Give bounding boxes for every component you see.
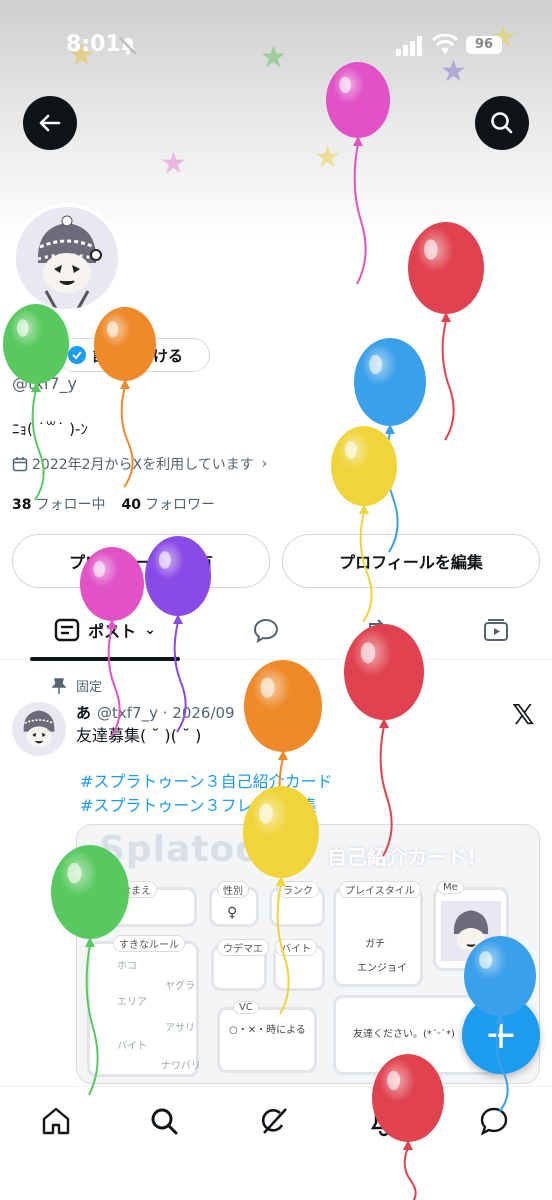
avatar-character-icon xyxy=(12,702,66,756)
card-rule-6: ナワバリ xyxy=(161,1061,201,1072)
card-title: Splatoon3 xyxy=(99,829,314,870)
card-label-rules: すきなルール xyxy=(113,935,185,952)
verified-badge-icon xyxy=(68,346,86,364)
pinned-label: 固定 xyxy=(76,680,103,695)
card-vc-options: ○・✕・時による xyxy=(229,1025,306,1036)
profile-avatar[interactable] xyxy=(12,203,122,313)
post-avatar[interactable] xyxy=(12,702,66,756)
card-rule-4: アサリ xyxy=(165,1023,195,1034)
follow-stats: 38 フォロー中 40 フォロワー xyxy=(12,494,215,514)
x-logo-icon: 𝕏 xyxy=(512,698,535,731)
post-display-name: あ xyxy=(76,704,92,722)
signal-icon xyxy=(396,36,422,56)
card-rule-2: ヤグラ xyxy=(165,981,195,992)
pin-icon xyxy=(52,677,66,694)
card-rule-3: エリア xyxy=(117,997,147,1008)
following-label: フォロー中 xyxy=(35,497,106,513)
verify-label: 認証を受ける xyxy=(93,346,184,365)
nav-messages[interactable] xyxy=(474,1101,514,1141)
avatar-character-icon xyxy=(16,207,118,309)
card-label-me: Me xyxy=(437,881,464,894)
bell-off-icon xyxy=(119,37,137,55)
post-text: 友達募集( ˘ )( ˘ ) xyxy=(76,726,202,745)
media-icon xyxy=(484,619,508,641)
star-decoration: ★ xyxy=(160,146,187,181)
balloon-decoration xyxy=(354,338,426,553)
tab-replies[interactable] xyxy=(240,600,292,660)
following-link[interactable]: 38 フォロー中 xyxy=(12,494,105,514)
chat-bubble-icon xyxy=(480,1107,508,1136)
card-label-playstyle: プレイスタイル xyxy=(339,881,421,898)
card-label-vc: VC xyxy=(233,1001,259,1014)
tab-media[interactable] xyxy=(470,600,522,660)
search-icon xyxy=(151,1108,178,1135)
joined-label: 2022年2月からXを利用しています xyxy=(32,457,254,473)
repost-icon xyxy=(369,619,387,641)
plus-icon: + xyxy=(484,1012,518,1058)
tab-posts-label: ポスト xyxy=(88,622,137,641)
hashtag-link[interactable]: #スプラトゥーン３自己紹介カード xyxy=(80,768,333,792)
followers-count: 40 xyxy=(121,497,141,513)
profile-tabs: ポスト ⌄ xyxy=(0,600,552,661)
card-rule-5: バイト xyxy=(117,1041,147,1052)
edit-profile-button[interactable]: プロフィールを編集 xyxy=(282,534,540,588)
profile-bio: ﾆｮ( ˙꒳˙ )-ﾝ xyxy=(12,420,88,438)
card-label-udemae: ウデマエ xyxy=(217,939,269,956)
status-time: 8:01 xyxy=(66,32,121,57)
followers-link[interactable]: 40 フォロワー xyxy=(121,494,214,514)
balloon-decoration xyxy=(408,222,484,441)
chevron-down-icon: ⌄ xyxy=(144,622,156,638)
hashtag-link[interactable]: #スプラトゥーン３フレンド募集 xyxy=(80,792,317,816)
card-playstyle-1: ガチ xyxy=(365,939,385,950)
nav-search[interactable] xyxy=(144,1101,184,1141)
card-avatar-icon xyxy=(441,901,501,961)
tab-posts[interactable]: ポスト ⌄ xyxy=(30,600,180,661)
chevron-right-icon[interactable]: › xyxy=(262,456,268,472)
wifi-icon xyxy=(432,34,458,54)
card-message: 友達ください。(*ˊᵕˋ*) xyxy=(353,1029,455,1040)
grok-icon xyxy=(261,1108,287,1134)
status-bar: 8:01 96 xyxy=(0,28,552,64)
share-profile-button[interactable]: プロフィールを共有 xyxy=(12,534,270,588)
pinned-indicator: 固定 xyxy=(52,676,102,695)
tab-reposts[interactable] xyxy=(352,600,404,660)
joined-date: 2022年2月からXを利用しています › xyxy=(12,454,267,474)
card-label-name: なまえ xyxy=(115,881,157,898)
card-playstyle-2: エンジョイ xyxy=(357,963,407,974)
bottom-nav xyxy=(0,1086,552,1200)
balloon-decoration xyxy=(331,426,397,623)
post-header: あ @txf7_y · 2026/09 xyxy=(76,702,235,723)
card-label-baito: バイト xyxy=(275,939,317,956)
card-label-gender: 性別 xyxy=(217,881,249,898)
home-icon xyxy=(42,1107,70,1135)
reply-icon xyxy=(253,618,279,644)
star-decoration: ★ xyxy=(314,140,341,175)
active-tab-indicator xyxy=(30,657,180,661)
battery-indicator: 96 xyxy=(466,36,502,54)
card-slot-vc xyxy=(217,1007,317,1073)
followers-label: フォロワー xyxy=(144,497,215,513)
back-button[interactable] xyxy=(23,96,77,150)
card-gender-symbol: ♀ xyxy=(227,905,238,921)
nav-home[interactable] xyxy=(36,1101,76,1141)
posts-icon xyxy=(54,618,80,642)
verify-button[interactable]: 認証を受ける xyxy=(58,338,210,372)
arrow-left-icon xyxy=(39,114,61,132)
post-handle-date: @txf7_y · 2026/09 xyxy=(97,704,235,722)
search-button[interactable] xyxy=(475,96,529,150)
following-count: 38 xyxy=(12,497,32,513)
card-label-rank: ランク xyxy=(277,881,319,898)
compose-post-button[interactable]: + xyxy=(462,996,540,1074)
profile-handle: @txf7_y xyxy=(12,374,78,393)
nav-notifications[interactable] xyxy=(364,1101,404,1141)
search-icon xyxy=(491,112,513,134)
card-rule-1: ホコ xyxy=(117,961,137,972)
card-subtitle: 自己紹介カード! xyxy=(327,845,477,869)
bell-icon xyxy=(370,1107,398,1137)
calendar-icon xyxy=(12,457,28,472)
nav-grok[interactable] xyxy=(254,1101,294,1141)
